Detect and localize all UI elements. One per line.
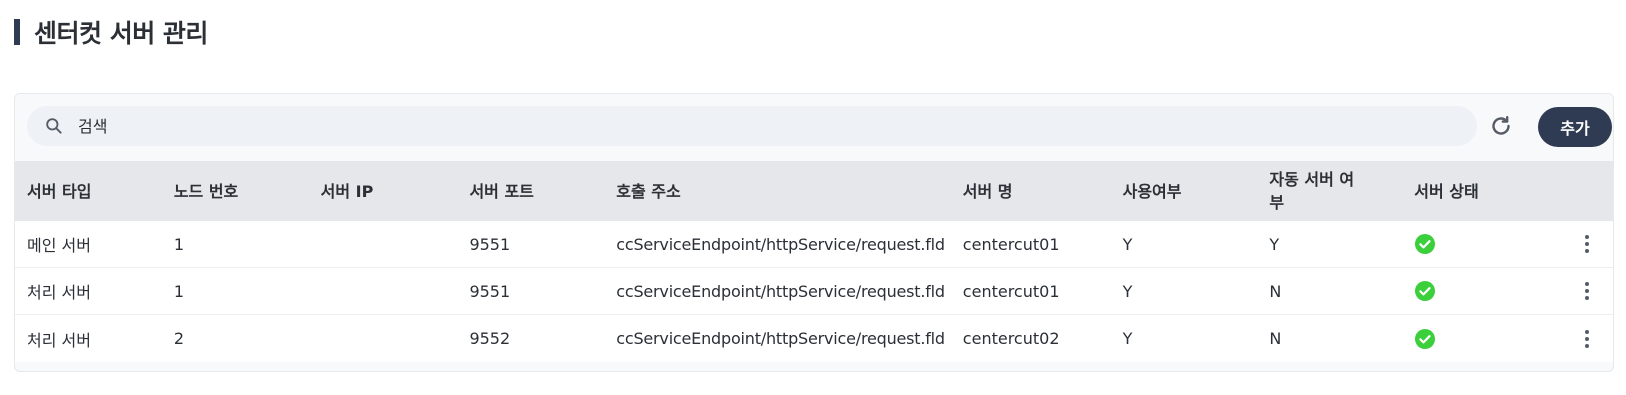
table-row[interactable]: 처리 서버 1 9551 ccServiceEndpoint/httpServi… (15, 268, 1613, 315)
cell-node-number: 2 (173, 329, 184, 348)
more-vertical-icon[interactable] (1577, 328, 1597, 350)
page-header: 센터컷 서버 관리 (14, 16, 208, 48)
cell-server-port: 9552 (469, 329, 511, 348)
cell-server-status (1402, 234, 1539, 254)
search-icon (46, 118, 62, 134)
cell-endpoint: ccServiceEndpoint/httpService/request.fl… (616, 329, 945, 348)
check-circle-icon (1415, 281, 1436, 301)
column-header-auto-server[interactable]: 자동 서버 여 부 (1257, 168, 1402, 214)
title-accent-bar (14, 19, 20, 45)
table-row[interactable]: 메인 서버 1 9551 ccServiceEndpoint/httpServi… (15, 221, 1613, 268)
refresh-button[interactable] (1488, 113, 1514, 139)
column-header-node-number[interactable]: 노드 번호 (162, 180, 309, 203)
cell-server-type: 처리 서버 (27, 330, 91, 350)
cell-auto-server: N (1269, 281, 1282, 301)
cell-auto-server: N (1269, 329, 1282, 348)
cell-server-name: centercut01 (962, 281, 1060, 301)
column-header-server-port[interactable]: 서버 포트 (457, 180, 604, 203)
cell-node-number: 1 (173, 234, 184, 254)
cell-server-status (1402, 281, 1539, 301)
cell-in-use: Y (1122, 329, 1133, 348)
cell-server-port: 9551 (469, 234, 511, 254)
cell-server-name: centercut02 (962, 329, 1060, 348)
toolbar: 추가 (15, 94, 1613, 161)
check-circle-icon (1415, 328, 1436, 349)
table-row[interactable]: 처리 서버 2 9552 ccServiceEndpoint/httpServi… (15, 315, 1613, 362)
cell-in-use: Y (1122, 281, 1133, 301)
column-header-in-use[interactable]: 사용여부 (1111, 180, 1258, 203)
cell-endpoint: ccServiceEndpoint/httpService/request.fl… (616, 234, 945, 254)
refresh-icon (1492, 116, 1510, 135)
column-header-server-type[interactable]: 서버 타입 (15, 180, 162, 203)
cell-in-use: Y (1122, 234, 1133, 254)
row-actions (1539, 328, 1613, 350)
cell-server-status (1402, 328, 1539, 349)
table-header: 서버 타입 노드 번호 서버 IP 서버 포트 호출 주소 서버 명 사용여부 … (15, 161, 1613, 221)
column-header-endpoint[interactable]: 호출 주소 (604, 180, 951, 203)
more-vertical-icon[interactable] (1577, 233, 1597, 255)
server-table: 서버 타입 노드 번호 서버 IP 서버 포트 호출 주소 서버 명 사용여부 … (15, 161, 1613, 362)
search-input[interactable] (78, 111, 1378, 141)
more-vertical-icon[interactable] (1577, 280, 1597, 302)
column-header-server-name[interactable]: 서버 명 (951, 180, 1111, 203)
cell-server-port: 9551 (469, 281, 511, 301)
column-header-server-status[interactable]: 서버 상태 (1402, 180, 1539, 203)
search-box[interactable] (27, 106, 1477, 146)
cell-node-number: 1 (173, 281, 184, 301)
cell-endpoint: ccServiceEndpoint/httpService/request.fl… (616, 281, 945, 301)
server-list-panel: 추가 서버 타입 노드 번호 서버 IP 서버 포트 호출 주소 서버 명 사용… (14, 93, 1614, 372)
row-actions (1539, 280, 1613, 302)
cell-server-type: 메인 서버 (27, 236, 91, 255)
cell-server-type: 처리 서버 (27, 283, 91, 302)
cell-auto-server: Y (1269, 234, 1280, 254)
check-circle-icon (1415, 234, 1436, 254)
cell-server-name: centercut01 (962, 234, 1060, 254)
add-button[interactable]: 추가 (1538, 107, 1612, 147)
page-title: 센터컷 서버 관리 (34, 19, 208, 48)
row-actions (1539, 233, 1613, 255)
column-header-server-ip[interactable]: 서버 IP (309, 180, 458, 203)
